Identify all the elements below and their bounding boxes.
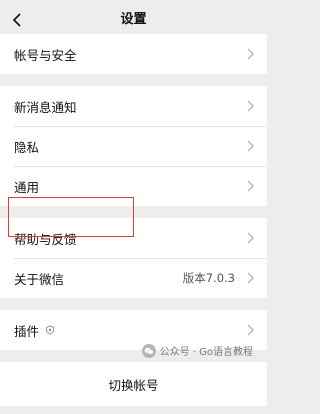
cell-label: 通用 (14, 179, 40, 195)
section-notifications: 新消息通知 隐私 通用 (0, 86, 267, 206)
nav-bar: 设置 (0, 6, 267, 34)
chevron-left-icon (12, 13, 21, 27)
cell-label: 帐号与安全 (14, 47, 77, 63)
switch-account-button[interactable]: 切换帐号 (0, 362, 267, 406)
cell-new-message-notify[interactable]: 新消息通知 (0, 86, 267, 126)
cell-account-security[interactable]: 帐号与安全 (0, 34, 267, 74)
cell-label: 隐私 (14, 139, 40, 155)
watermark-text: 公众号 · Go语言教程 (159, 347, 253, 358)
cell-label: 新消息通知 (14, 99, 77, 115)
chevron-right-icon (245, 271, 255, 285)
section-help: 帮助与反馈 关于微信 版本7.0.3 (0, 218, 267, 298)
watermark: 公众号 · Go语言教程 (141, 343, 253, 358)
cell-privacy[interactable]: 隐私 (0, 126, 267, 166)
cell-about-wechat[interactable]: 关于微信 版本7.0.3 (0, 258, 267, 298)
cell-label: 关于微信 (14, 271, 65, 287)
shield-icon (45, 325, 55, 335)
cell-help-feedback[interactable]: 帮助与反馈 (0, 218, 267, 258)
chevron-right-icon (245, 47, 255, 61)
chevron-right-icon (245, 323, 255, 337)
chevron-right-icon (245, 179, 255, 193)
page-title: 设置 (120, 12, 147, 27)
chevron-right-icon (245, 231, 255, 245)
section-account: 帐号与安全 (0, 34, 267, 74)
cell-label: 插件 (14, 323, 40, 339)
cell-label: 帮助与反馈 (14, 231, 77, 247)
back-button[interactable] (8, 9, 26, 31)
chevron-right-icon (245, 139, 255, 153)
switch-account-label: 切换帐号 (108, 377, 159, 393)
chevron-right-icon (245, 99, 255, 113)
wechat-logo-icon (141, 343, 156, 358)
version-value: 版本7.0.3 (182, 271, 235, 285)
cell-general[interactable]: 通用 (0, 166, 267, 206)
